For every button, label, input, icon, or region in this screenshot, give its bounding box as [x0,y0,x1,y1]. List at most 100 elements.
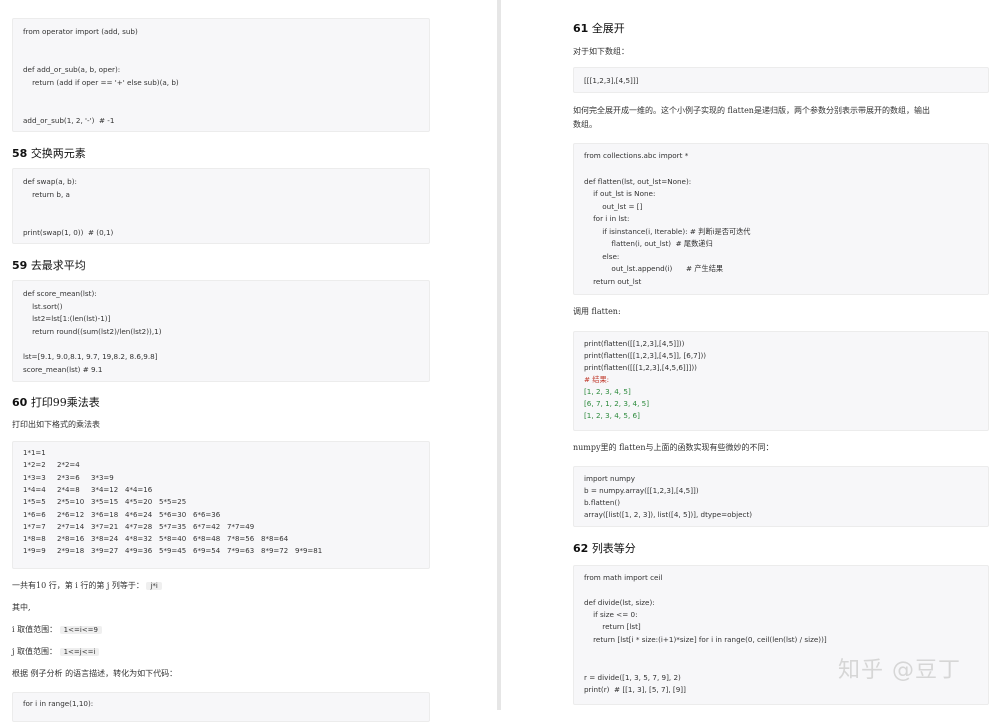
table-cell: 1*4=4 [23,485,46,494]
code-line: else: [584,252,620,261]
table-row: 1*3=3 2*3=6 3*3=9 [23,474,125,482]
heading-62: 62 列表等分 [573,540,636,556]
heading-58: 58 交换两元素 [12,145,86,161]
heading-text: 交换两元素 [30,147,86,160]
code-line: flatten(i, out_lst) # 尾数递归 [584,239,713,248]
code-line: from collections.abc import * [584,151,689,160]
table-cell: 4*5=20 [125,498,153,507]
paragraph-61b-line2: 数组。 [573,120,597,129]
code-block-add-or-sub: from operator import (add, sub) def add_… [12,18,430,132]
code-line: lst=[9.1, 9.0,8.1, 9.7, 19,8.2, 8.6,9.8] [23,352,158,361]
paragraph-j-range: j 取值范围： 1<=j<=i [12,645,100,659]
code-line: return b, a [23,190,70,199]
table-cell: 8*8=64 [261,535,289,544]
heading-number: 60 [12,396,28,409]
code-block-numpy: import numpy b = numpy.array([[1,2,3],[4… [573,466,989,527]
right-page: 61 全展开 对于如下数组： [[[1,2,3],[4,5]]] 如何完全展开成… [502,0,989,710]
table-cell: 6*6=36 [193,510,221,519]
table-cell: 2*9=18 [57,547,85,556]
table-cell: 4*7=28 [125,522,153,531]
table-row: 1*4=4 2*4=8 3*4=12 4*4=16 [23,486,159,494]
table-cell: 3*3=9 [91,473,114,482]
table-cell: 2*2=4 [57,461,80,470]
table-cell: 2*8=16 [57,535,85,544]
watermark: 知乎 @豆丁 [838,658,961,683]
code-line: return [lst[i * size:(i+1)*size] for i i… [584,635,827,644]
table-cell: 1*7=7 [23,522,46,531]
heading-number: 62 [573,542,589,555]
code-line: return out_lst [584,277,642,286]
code-line: if size <= 0: [584,610,638,619]
code-line: import numpy [584,474,635,483]
heading-number: 61 [573,22,589,35]
heading-61: 61 全展开 [573,20,625,36]
left-page: from operator import (add, sub) def add_… [0,0,496,722]
inline-code: 1<=j<=i [59,648,100,656]
paragraph-i-range: i 取值范围： 1<=i<=9 [12,623,102,637]
table-cell: 5*9=45 [159,547,187,556]
code-line: if isinstance(i, Iterable): # 判断i是否可迭代 [584,227,751,236]
code-line: print(r) # [[1, 3], [5, 7], [9]] [584,685,686,694]
code-line: [[[1,2,3],[4,5]]] [584,76,639,85]
code-line: for i in range(1,10): [23,699,94,708]
code-block-flatten: from collections.abc import * def flatte… [573,143,989,295]
table-cell: 6*8=48 [193,535,221,544]
table-cell: 7*7=49 [227,522,255,531]
table-cell: 3*8=24 [91,535,119,544]
code-block-for-loop: for i in range(1,10): [12,692,430,722]
code-line: print(swap(1, 0)) # (0,1) [23,228,114,237]
code-block-score-mean: def score_mean(lst): lst.sort() lst2=lst… [12,280,430,382]
code-line: return round((sum(lst2)/len(lst2)),1) [23,327,162,336]
table-cell: 7*8=56 [227,535,255,544]
code-line: lst2=lst[1:(len(lst)-1)] [23,314,111,323]
code-line: def flatten(lst, out_lst=None): [584,177,692,186]
table-cell: 4*4=16 [125,485,153,494]
multiplication-table-block: 1*1=1 1*2=2 2*2=4 1*3=3 2*3=6 3*3=9 1*4=4 2*4=8… [12,441,430,569]
paragraph-61a: 对于如下数组： [573,47,629,56]
table-cell: 1*1=1 [23,449,46,457]
code-block-swap: def swap(a, b): return b, a print(swap(1… [12,168,430,244]
heading-text: 列表等分 [591,542,636,555]
code-line: print(flatten([[[1,2,3],[4,5,6]]])) [584,363,697,372]
paragraph-60: 打印出如下格式的乘法表 [12,420,100,429]
table-cell: 2*3=6 [57,473,80,482]
paragraph-numpy: numpy里的 flatten与上面的函数实现有些微妙的不同： [573,443,774,452]
i-range-text: i 取值范围： [12,625,58,634]
table-cell: 1*5=5 [23,498,46,507]
code-line: [1, 2, 3, 4, 5] [584,387,631,396]
code-line: return [lst] [584,622,641,631]
code-line: [6, 7, 1, 2, 3, 4, 5] [584,399,650,408]
table-cell: 4*6=24 [125,510,153,519]
table-cell: 2*6=12 [57,510,85,519]
table-cell: 5*8=40 [159,535,187,544]
table-cell: 4*8=32 [125,535,153,544]
table-row: 1*7=7 2*7=14 3*7=21 4*7=28 5*7=35 6*7=42 7*7=4… [23,523,261,531]
paragraph-call: 调用 flatten: [573,307,621,316]
table-row: 1*1=1 [23,449,57,457]
code-block-array: [[[1,2,3],[4,5]]] [573,67,989,93]
code-line: return (add if oper == '+' else sub)(a, … [23,78,179,87]
heading-number: 58 [12,147,28,160]
table-cell: 1*8=8 [23,535,46,544]
code-line: print(flatten([[1,2,3],[4,5]], [6,7])) [584,351,707,360]
code-line: b.flatten() [584,498,621,507]
table-cell: 1*6=6 [23,510,46,519]
paragraph-total: 一共有10 行，第 i 行的第 j 列等于： j*i [12,579,162,593]
heading-text: 全展开 [591,22,625,35]
paragraph-other: 其中, [12,603,31,612]
code-line: array([list([1, 2, 3]), list([4, 5])], d… [584,510,753,519]
table-cell: 2*5=10 [57,498,85,507]
j-range-text: j 取值范围： [12,647,58,656]
paragraph-61b-line1: 如何完全展开成一维的。这个小例子实现的 flatten是递归版，两个参数分别表示… [573,106,930,115]
code-block-divide: from math import ceil def divide(lst, si… [573,565,989,705]
code-line: r = divide([1, 3, 5, 7, 9], 2) [584,673,681,682]
table-cell: 3*9=27 [91,547,119,556]
code-line: def score_mean(lst): [23,289,97,298]
page-divider [497,0,501,710]
paragraph-61b: 如何完全展开成一维的。这个小例子实现的 flatten是递归版，两个参数分别表示… [573,104,930,132]
table-row: 1*9=9 2*9=18 3*9=27 4*9=36 5*9=45 6*9=54 7*9=6… [23,547,329,555]
inline-code: j*i [146,582,162,590]
table-cell: 9*9=81 [295,547,323,556]
code-line: [1, 2, 3, 4, 5, 6] [584,411,640,420]
code-line: def divide(lst, size): [584,598,655,607]
